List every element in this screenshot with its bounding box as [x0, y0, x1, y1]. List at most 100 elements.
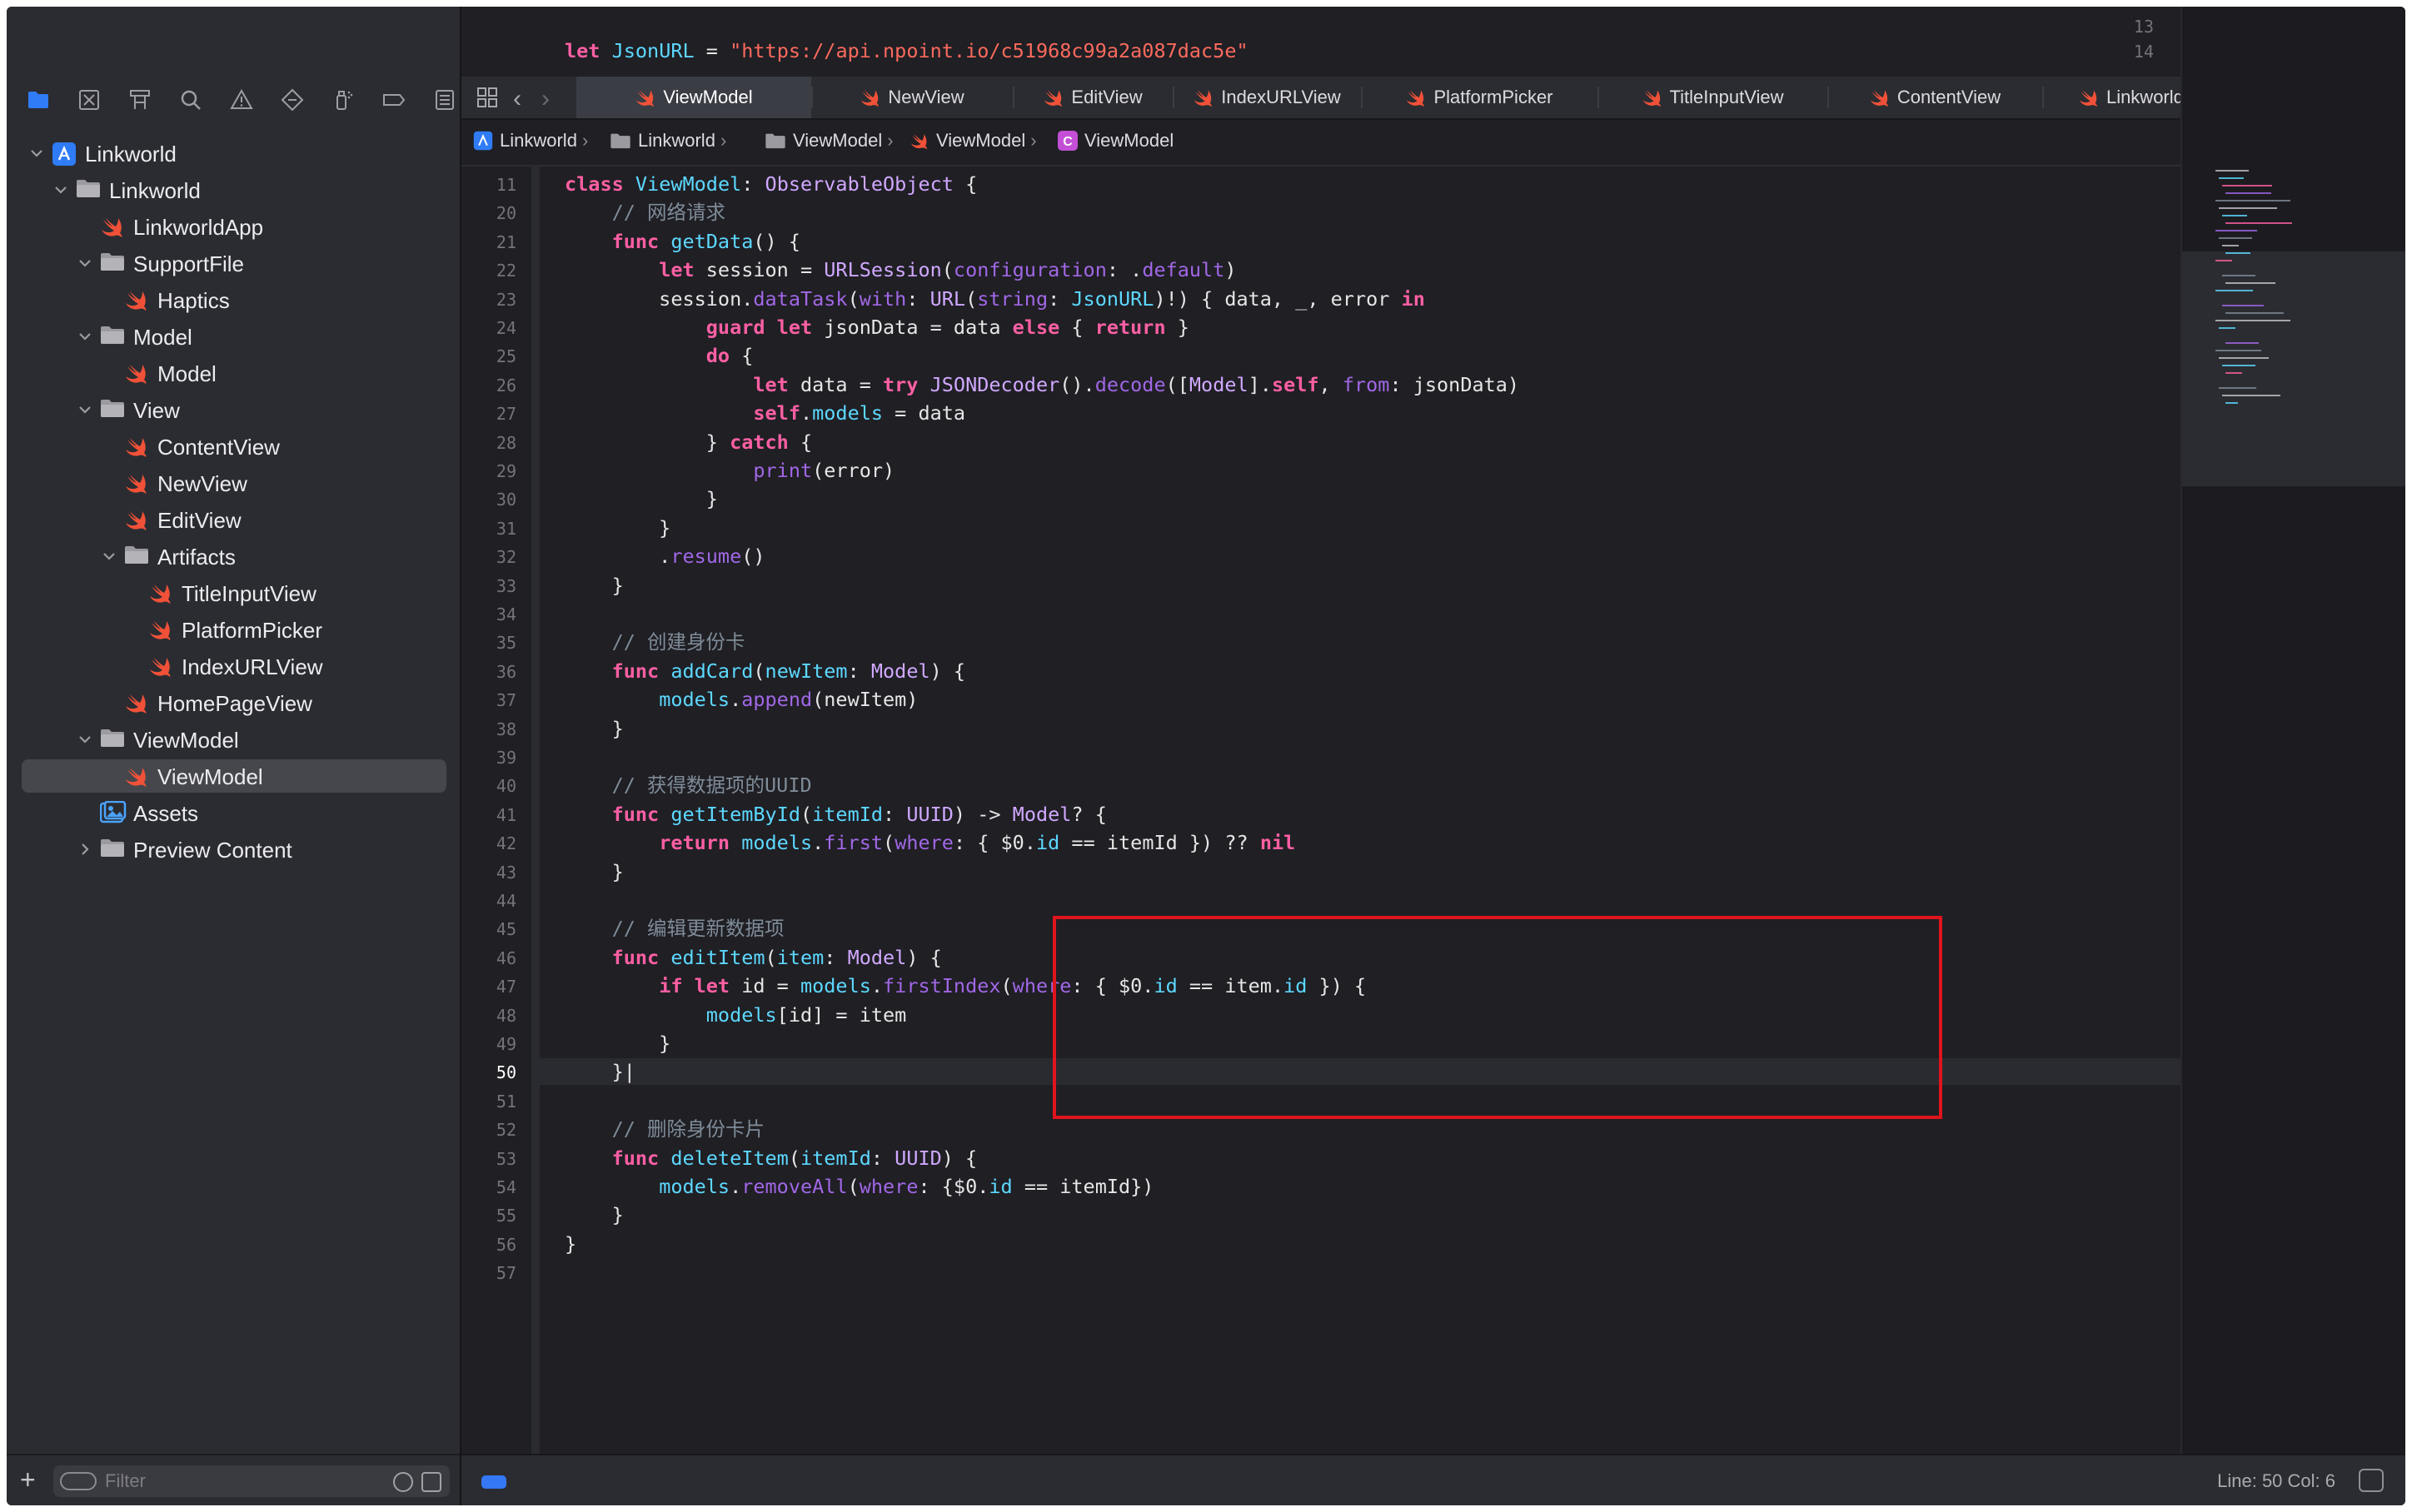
tree-item[interactable]: Haptics: [22, 283, 446, 316]
minimap[interactable]: [2180, 7, 2405, 1454]
line-number: 54: [496, 1177, 516, 1197]
code-line: }: [565, 1203, 624, 1227]
tree-item[interactable]: IndexURLView: [22, 649, 446, 683]
minimap-line: [2225, 252, 2250, 254]
chevron-down-icon[interactable]: [77, 255, 93, 271]
tree-item[interactable]: Assets: [22, 796, 446, 829]
tree-item-label: Haptics: [157, 288, 230, 313]
tab-platformpicker[interactable]: PlatformPicker: [1361, 77, 1597, 118]
tree-item[interactable]: Linkworld: [22, 173, 446, 206]
tab-indexurlview[interactable]: IndexURLView: [1173, 77, 1361, 118]
svg-text:C: C: [1063, 135, 1073, 149]
line-number: 26: [496, 375, 516, 395]
breakpoint-icon[interactable]: [379, 85, 409, 115]
minimap-code-preview: [2215, 170, 2292, 404]
line-number: 51: [496, 1091, 516, 1112]
chevron-down-icon[interactable]: [77, 401, 93, 418]
hide-debug-area-icon[interactable]: [2359, 1469, 2384, 1492]
breadcrumb-item[interactable]: C ViewModel: [1058, 130, 1174, 152]
tree-item[interactable]: ViewModel: [22, 723, 446, 756]
tree-item-label: PlatformPicker: [182, 618, 323, 643]
breadcrumb-item[interactable]: ViewModel ›: [909, 130, 1037, 152]
tree-item[interactable]: EditView: [22, 503, 446, 536]
swift-icon: [1642, 87, 1663, 107]
swift-icon: [1869, 87, 1891, 107]
minimap-line: [2225, 222, 2292, 224]
tab-contentview[interactable]: ContentView: [1827, 77, 2042, 118]
test-diamond-icon[interactable]: [277, 85, 307, 115]
back-chevron-icon[interactable]: ‹: [513, 85, 521, 113]
debug-spray-icon[interactable]: [328, 85, 358, 115]
project-icon: [52, 142, 77, 166]
filter-placeholder: Filter: [105, 1470, 146, 1491]
tree-item[interactable]: Preview Content: [22, 833, 446, 866]
tree-item[interactable]: Model: [22, 356, 446, 390]
issue-warning-icon[interactable]: [227, 85, 257, 115]
chevron-down-icon[interactable]: [52, 182, 69, 198]
class-icon: C: [1058, 131, 1078, 151]
swift-icon: [860, 87, 881, 107]
code-area[interactable]: class ViewModel: ObservableObject { // 网…: [461, 165, 2180, 1454]
code-line: // 编辑更新数据项: [611, 917, 785, 941]
tree-item[interactable]: TitleInputView: [22, 576, 446, 609]
navigator-toolbar: [7, 77, 460, 123]
breadcrumb-item[interactable]: Linkworld ›: [610, 130, 726, 152]
chevron-down-icon[interactable]: [28, 145, 45, 162]
breadcrumb-item[interactable]: Linkworld ›: [473, 130, 588, 152]
tree-item[interactable]: ViewModel: [22, 759, 446, 793]
add-icon[interactable]: +: [20, 1465, 36, 1494]
chevron-down-icon[interactable]: [77, 731, 93, 748]
tree-item[interactable]: NewView: [22, 466, 446, 500]
tree-item[interactable]: SupportFile: [22, 246, 446, 280]
forward-chevron-icon[interactable]: ›: [541, 85, 550, 113]
tree-item-label: Linkworld: [109, 178, 201, 203]
chevron-down-icon[interactable]: [101, 548, 117, 565]
line-number: 22: [496, 261, 516, 281]
tab-titleinputview[interactable]: TitleInputView: [1597, 77, 1827, 118]
tree-item[interactable]: Artifacts: [22, 540, 446, 573]
symbol-navigator-icon[interactable]: [125, 85, 155, 115]
tree-item[interactable]: ContentView: [22, 430, 446, 463]
swift-icon: [124, 361, 149, 385]
code-line: self.models = data: [753, 401, 966, 425]
folder-icon[interactable]: [23, 85, 53, 115]
tab-label: IndexURLView: [1221, 87, 1341, 107]
code-line: models.removeAll(where: {$0.id == itemId…: [659, 1175, 1154, 1198]
line-number: 57: [496, 1263, 516, 1284]
minimap-line: [2225, 312, 2284, 314]
tree-item[interactable]: LinkworldApp: [22, 210, 446, 243]
project-icon: [473, 131, 493, 151]
tree-item-label: Model: [133, 325, 192, 350]
report-icon[interactable]: [430, 85, 460, 115]
line-number: 35: [496, 633, 516, 654]
search-icon[interactable]: [176, 85, 206, 115]
tree-item[interactable]: Linkworld: [22, 137, 446, 170]
tab-viewmodel[interactable]: ViewModel: [576, 77, 811, 118]
recent-files-icon[interactable]: [393, 1472, 413, 1492]
line-number: 41: [496, 804, 516, 825]
breadcrumb-chevron-icon: ›: [887, 130, 894, 151]
filter-field[interactable]: Filter: [53, 1465, 450, 1497]
scrolled-code-peek: 13 14 let JsonURL = "https://api.npoint.io…: [461, 7, 2169, 62]
source-control-icon[interactable]: [74, 85, 104, 115]
tab-editview[interactable]: EditView: [1013, 77, 1173, 118]
filter-options-icon[interactable]: [60, 1472, 97, 1490]
source-control-filter-icon[interactable]: [421, 1472, 441, 1492]
tree-item[interactable]: HomePageView: [22, 686, 446, 719]
minimap-line: [2219, 237, 2252, 239]
grid-icon[interactable]: [476, 87, 498, 108]
debug-area-toggle[interactable]: [481, 1475, 506, 1489]
tree-item[interactable]: PlatformPicker: [22, 613, 446, 646]
tab-newview[interactable]: NewView: [811, 77, 1013, 118]
breadcrumb-item[interactable]: ViewModel ›: [765, 130, 894, 152]
chevron-right-icon[interactable]: [77, 841, 93, 858]
tree-item-label: Artifacts: [157, 545, 236, 569]
folder-icon: [765, 132, 786, 149]
tree-item[interactable]: Model: [22, 320, 446, 353]
line-number: 32: [496, 547, 516, 568]
code-line: let session = URLSession(configuration: …: [659, 258, 1237, 282]
chevron-down-icon[interactable]: [77, 328, 93, 345]
minimap-line: [2222, 395, 2280, 396]
tree-item[interactable]: View: [22, 393, 446, 426]
tree-item-label: IndexURLView: [182, 654, 323, 679]
